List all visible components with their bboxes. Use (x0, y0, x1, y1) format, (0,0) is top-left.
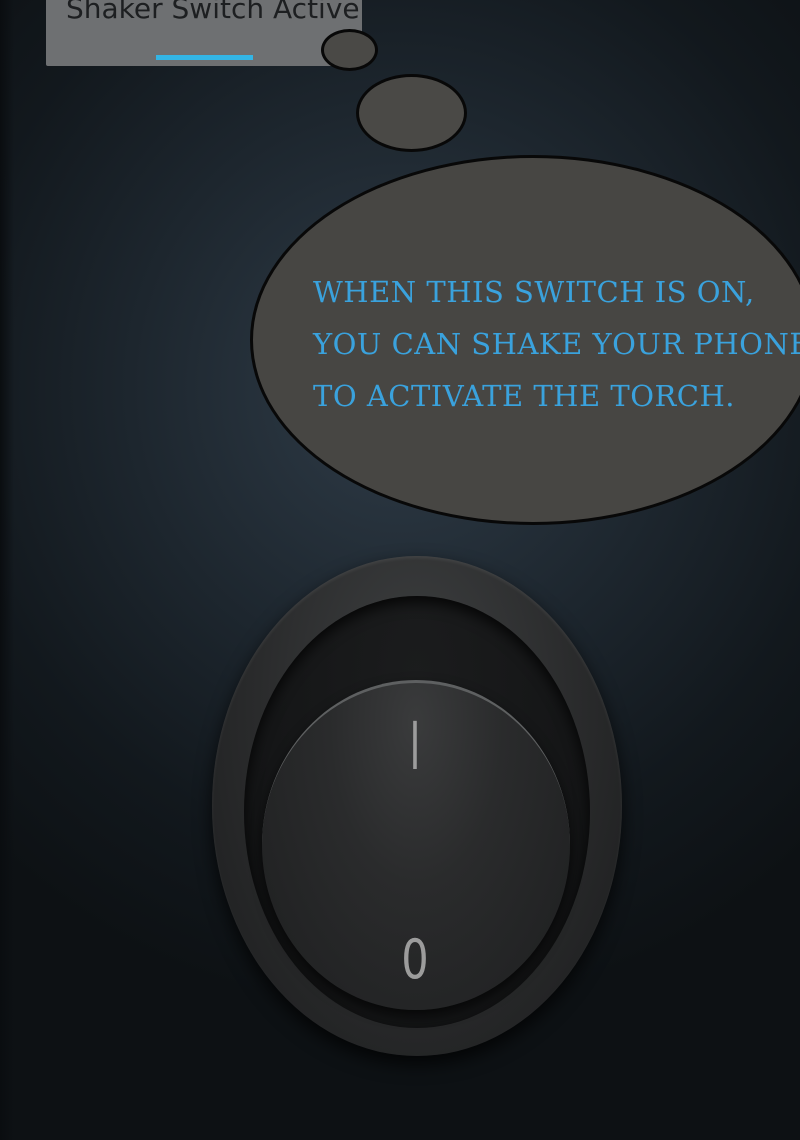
bubble-line-1: WHEN THIS SWITCH IS ON, (313, 275, 755, 309)
bubble-line-2: YOU CAN SHAKE YOUR PHONE (313, 327, 800, 361)
toast-accent-indicator (156, 55, 253, 60)
toast-label: Shaker Switch Active (66, 0, 360, 25)
thought-bubble-text: WHEN THIS SWITCH IS ON, YOU CAN SHAKE YO… (313, 266, 800, 422)
thought-bubble-dot-small (321, 29, 378, 71)
switch-on-label: I (409, 708, 421, 785)
left-edge-shadow (0, 0, 14, 1140)
shaker-status-toast: Shaker Switch Active (46, 0, 362, 66)
thought-bubble-dot-medium (356, 74, 467, 152)
bubble-line-3: TO ACTIVATE THE TORCH. (313, 379, 735, 413)
switch-off-label: 0 (401, 928, 429, 991)
